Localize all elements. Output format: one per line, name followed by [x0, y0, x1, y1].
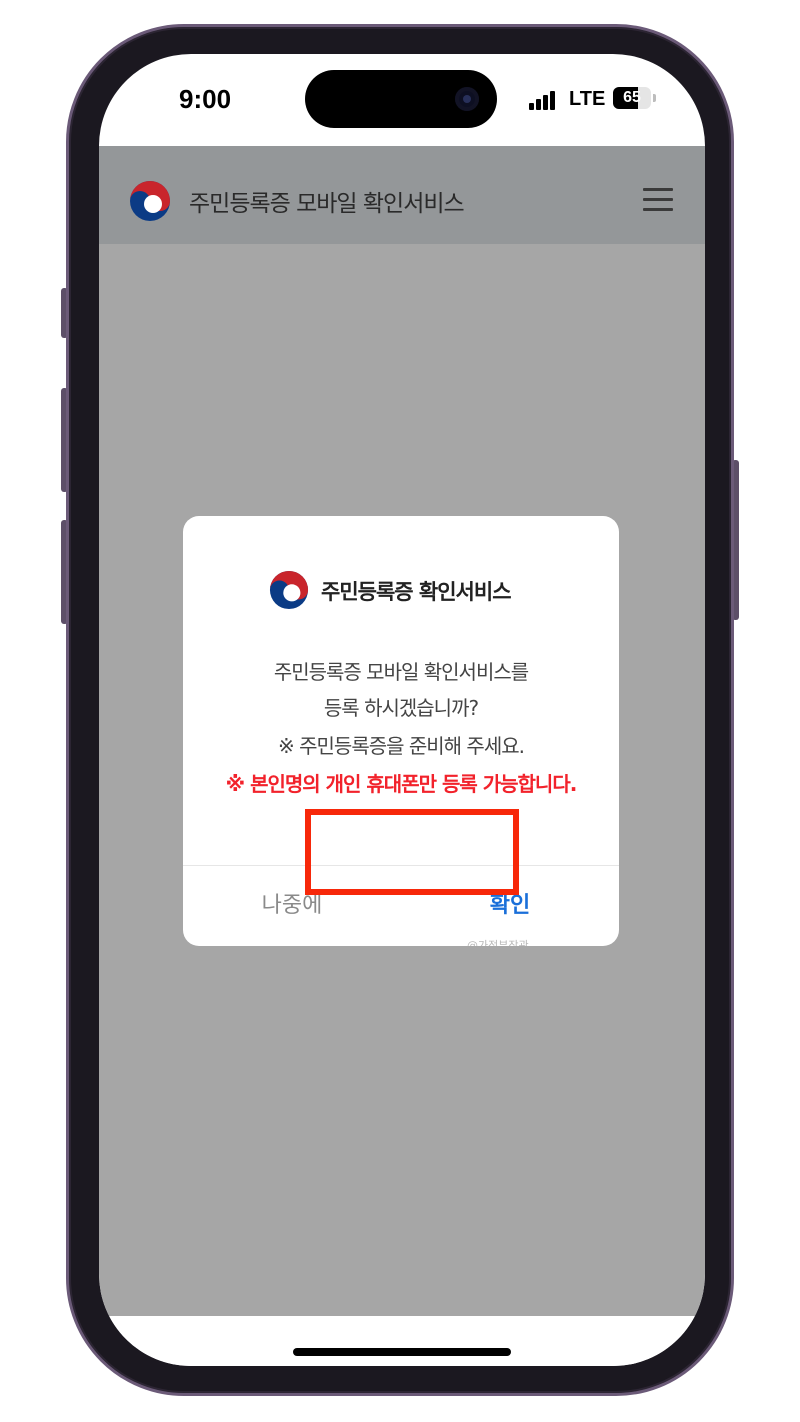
app-header: 주민등록증 모바일 확인서비스	[99, 146, 705, 244]
battery-tip	[653, 94, 656, 102]
dialog-header: 주민등록증 확인서비스	[183, 566, 619, 612]
watermark: @가정부장관	[467, 939, 529, 946]
camera-icon	[455, 87, 479, 111]
network-type: LTE	[569, 88, 606, 110]
home-indicator[interactable]	[293, 1348, 511, 1356]
dialog-title: 주민등록증 확인서비스	[321, 580, 512, 604]
status-bar: 9:00 LTE 65	[99, 54, 705, 146]
dialog-warning: ※ 본인명의 개인 휴대폰만 등록 가능합니다.	[225, 772, 578, 796]
dynamic-island	[305, 70, 497, 128]
phone-screen: 9:00 LTE 65 주민등록증 모바일 확인서비스 주민등록증 확인서비스 …	[99, 54, 705, 1366]
battery-icon: 65	[613, 87, 651, 109]
dialog-message-line: 등록 하시겠습니까?	[323, 696, 479, 720]
dialog-message-line: ※ 주민등록증을 준비해 주세요.	[278, 734, 525, 758]
confirm-highlight-box	[305, 809, 519, 895]
status-time: 9:00	[179, 84, 232, 114]
government-emblem-icon	[269, 570, 309, 610]
battery-percent: 65	[623, 89, 641, 106]
hamburger-menu-icon[interactable]	[643, 188, 673, 212]
dialog-message-line: 주민등록증 모바일 확인서비스를	[273, 660, 529, 684]
header-title: 주민등록증 모바일 확인서비스	[189, 191, 465, 217]
modal-overlay[interactable]: 주민등록증 모바일 확인서비스 주민등록증 확인서비스 주민등록증 모바일 확인…	[99, 146, 705, 1316]
bottom-safe-area	[99, 1316, 705, 1366]
cellular-signal-icon	[529, 90, 559, 110]
government-emblem-icon	[130, 181, 170, 221]
